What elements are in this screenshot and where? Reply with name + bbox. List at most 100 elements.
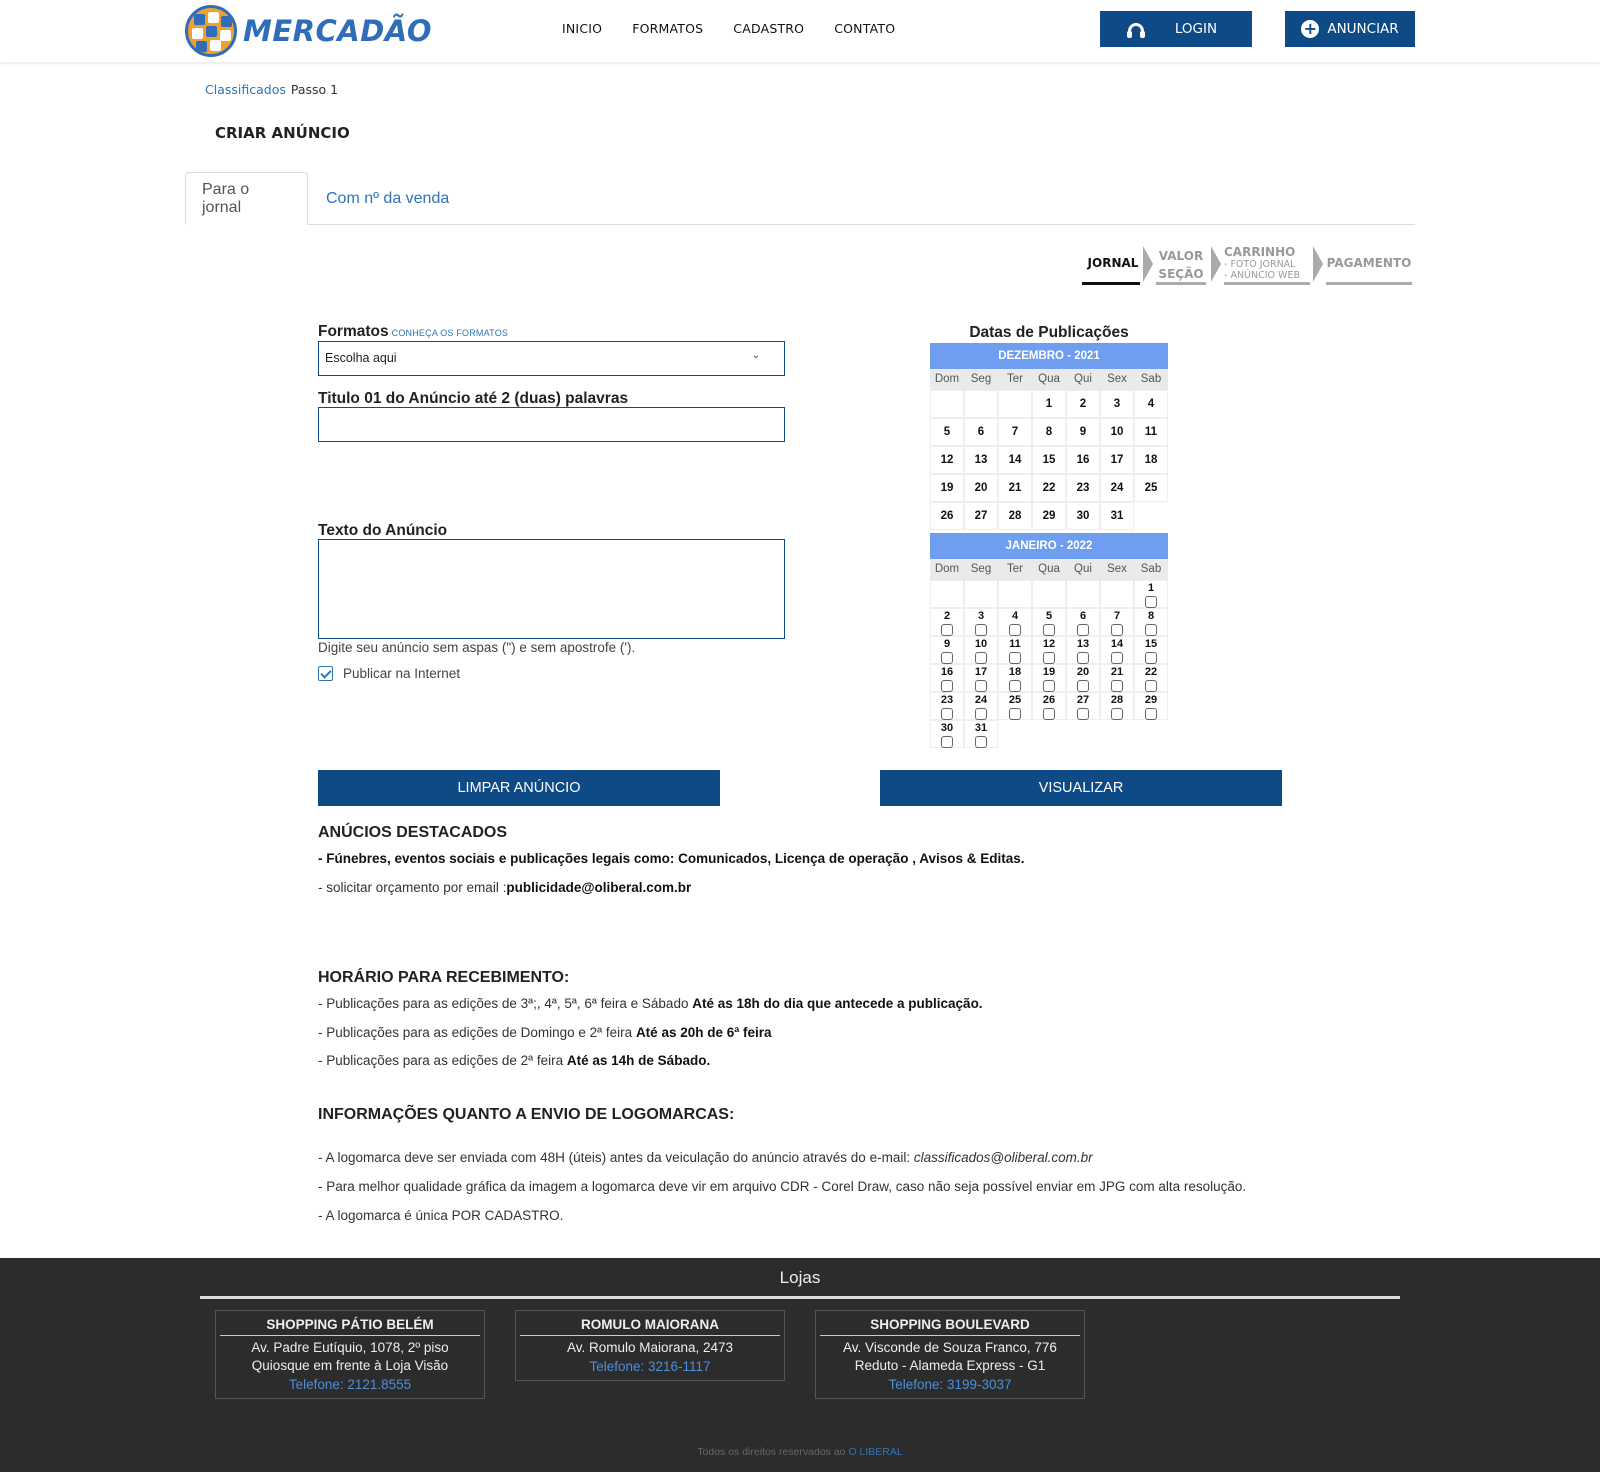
texto-textarea[interactable] (318, 539, 785, 639)
site-header: MERCADÃO INICIO FORMATOS CADASTRO CONTAT… (0, 0, 1600, 62)
calendar-day-checkbox[interactable] (975, 736, 987, 748)
calendar-day: 2 (1066, 390, 1100, 418)
calendar-day-checkbox[interactable] (1077, 708, 1089, 720)
nav-formatos[interactable]: FORMATOS (632, 21, 703, 36)
nav-contato[interactable]: CONTATO (834, 21, 895, 36)
calendar-day-checkbox[interactable] (975, 652, 987, 664)
calendar-day-checkbox[interactable] (1077, 680, 1089, 692)
calendar-day-checkbox[interactable] (941, 736, 953, 748)
calendar-day-number: 2 (943, 610, 951, 622)
calendar-day: 29 (1134, 692, 1168, 720)
calendar-day: 14 (1100, 636, 1134, 664)
calendar-day-number: 30 (940, 722, 954, 734)
breadcrumb-classificados[interactable]: Classificados (205, 82, 286, 97)
calendar-day-checkbox[interactable] (941, 708, 953, 720)
destacados-line2: - solicitar orçamento por email :publici… (318, 880, 691, 895)
calendar-day: 25 (1134, 474, 1168, 502)
calendar-day-checkbox[interactable] (941, 680, 953, 692)
step-arrow-2 (1211, 246, 1221, 282)
calendar-day-checkbox[interactable] (975, 708, 987, 720)
calendar-day-checkbox[interactable] (1009, 708, 1021, 720)
calendar-day: 11 (1134, 418, 1168, 446)
calendar-day-checkbox[interactable] (1077, 624, 1089, 636)
calendar-day-checkbox[interactable] (975, 624, 987, 636)
calendar-day-checkbox[interactable] (975, 680, 987, 692)
calendar-day-checkbox[interactable] (1077, 652, 1089, 664)
publicar-internet-row: Publicar na Internet (318, 666, 460, 681)
step-secao-label: SEÇÃO (1158, 267, 1204, 281)
store-telephone[interactable]: Telefone: 2121.8555 (216, 1377, 484, 1392)
calendar-day-checkbox[interactable] (1145, 596, 1157, 608)
formatos-select[interactable]: Escolha aqui ⌄ (318, 341, 785, 376)
calendar-day: 6 (1066, 608, 1100, 636)
o-liberal-link[interactable]: O LIBERAL (848, 1446, 902, 1458)
step-jornal: JORNAL (1087, 256, 1139, 270)
calendar-day: 23 (930, 692, 964, 720)
calendar-day-checkbox[interactable] (1009, 680, 1021, 692)
calendar-day-checkbox[interactable] (1111, 680, 1123, 692)
calendar-day-number: 26 (1042, 694, 1056, 706)
calendar-day: 8 (1032, 418, 1066, 446)
calendar-empty-cell (998, 580, 1032, 608)
calendar-day-checkbox[interactable] (1009, 652, 1021, 664)
calendar-day-number: 14 (1008, 454, 1022, 466)
visualizar-button[interactable]: VISUALIZAR (880, 770, 1282, 806)
brand-name: MERCADÃO (243, 14, 433, 48)
store-telephone[interactable]: Telefone: 3216-1117 (516, 1359, 784, 1374)
limpar-anuncio-button[interactable]: LIMPAR ANÚNCIO (318, 770, 720, 806)
calendar-day-checkbox[interactable] (1145, 624, 1157, 636)
calendar-day-checkbox[interactable] (1043, 708, 1055, 720)
anunciar-button[interactable]: + ANUNCIAR (1285, 11, 1415, 47)
tab-para-o-jornal[interactable]: Para o jornal (185, 172, 308, 225)
calendar-day-checkbox[interactable] (1111, 624, 1123, 636)
step-arrow-3 (1313, 246, 1323, 282)
nav-inicio[interactable]: INICIO (562, 21, 602, 36)
titulo-input[interactable] (318, 407, 785, 442)
calendar-empty-cell (998, 390, 1032, 418)
calendar-day-checkbox[interactable] (1043, 680, 1055, 692)
calendar-day-checkbox[interactable] (1111, 708, 1123, 720)
calendar-day-number: 2 (1079, 398, 1087, 410)
calendar-day-number: 24 (1110, 482, 1124, 494)
mercadao-logo[interactable]: MERCADÃO (185, 5, 432, 57)
calendar-day-number: 1 (1147, 582, 1155, 594)
calendar-title: Datas de Publicações (969, 324, 1129, 341)
calendar-janeiro-header: JANEIRO - 2022 (930, 533, 1168, 559)
login-button[interactable]: LOGIN (1100, 11, 1252, 47)
calendar-day-checkbox[interactable] (941, 624, 953, 636)
conheca-formatos-link[interactable]: CONHEÇA OS FORMATOS (392, 328, 508, 338)
weekday-label: Dom (930, 369, 964, 390)
calendar-day-number: 11 (1144, 426, 1158, 438)
calendar-day: 22 (1134, 664, 1168, 692)
store-boulevard: SHOPPING BOULEVARD Av. Visconde de Souza… (815, 1310, 1085, 1399)
calendar-day-number: 6 (977, 426, 985, 438)
calendar-day-checkbox[interactable] (941, 652, 953, 664)
destacados-line1: - Fúnebres, eventos sociais e publicaçõe… (318, 851, 1024, 866)
calendar-day-checkbox[interactable] (1145, 680, 1157, 692)
calendar-day-number: 10 (974, 638, 988, 650)
calendar-day-number: 19 (1042, 666, 1056, 678)
publicar-internet-checkbox[interactable] (318, 666, 333, 681)
store-telephone[interactable]: Telefone: 3199-3037 (816, 1377, 1084, 1392)
footer-title: Lojas (779, 1268, 821, 1287)
calendar-day-checkbox[interactable] (1111, 652, 1123, 664)
calendar-day-number: 3 (1113, 398, 1121, 410)
calendar-day: 19 (930, 474, 964, 502)
calendar-day: 16 (1066, 446, 1100, 474)
calendar-day-checkbox[interactable] (1145, 652, 1157, 664)
weekday-label: Ter (998, 559, 1032, 580)
calendar-empty-cell (1066, 720, 1100, 748)
store-address-line2: Quiosque em frente à Loja Visão (251, 1358, 449, 1373)
calendar-day-checkbox[interactable] (1043, 624, 1055, 636)
calendar-day-number: 4 (1147, 398, 1155, 410)
weekday-label: Sab (1134, 369, 1168, 390)
calendar-day-checkbox[interactable] (1009, 624, 1021, 636)
calendar-day-number: 8 (1045, 426, 1053, 438)
calendar-day: 10 (964, 636, 998, 664)
calendar-day-checkbox[interactable] (1043, 652, 1055, 664)
nav-cadastro[interactable]: CADASTRO (733, 21, 804, 36)
calendar-day-number: 12 (1042, 638, 1056, 650)
calendar-day-number: 11 (1009, 638, 1021, 650)
tab-com-numero-da-venda[interactable]: Com nº da venda (310, 172, 465, 225)
calendar-day-checkbox[interactable] (1145, 708, 1157, 720)
